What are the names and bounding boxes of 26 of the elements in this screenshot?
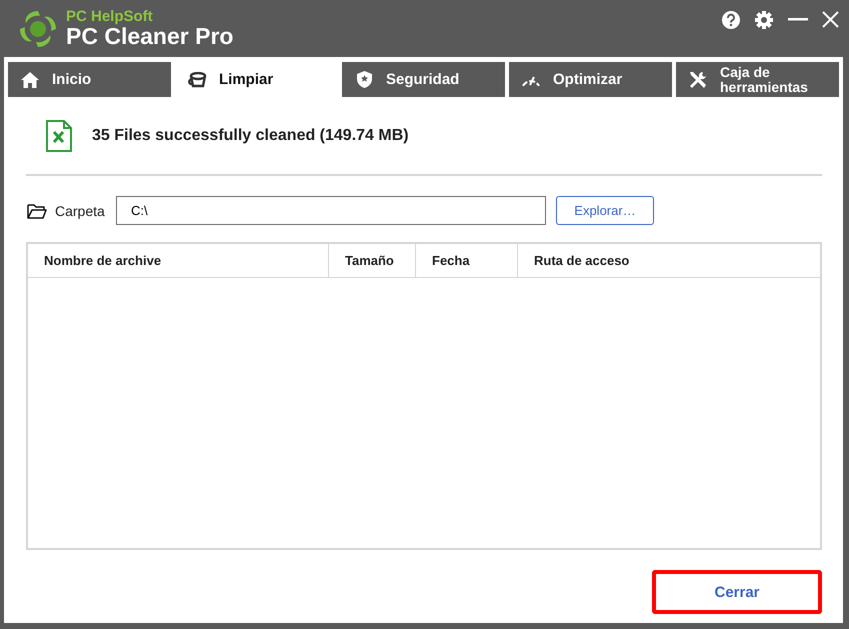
- minimize-icon[interactable]: [788, 18, 808, 21]
- folder-icon: [27, 202, 47, 218]
- brand-name: PC HelpSoft: [66, 9, 154, 24]
- column-header[interactable]: Fecha: [416, 244, 518, 277]
- help-icon[interactable]: [722, 10, 740, 28]
- close-icon[interactable]: [822, 11, 839, 28]
- tab[interactable]: Optimizar: [509, 62, 672, 97]
- status-message: 35 Files successfully cleaned (149.74 MB): [92, 127, 409, 145]
- tab[interactable]: Seguridad: [342, 62, 505, 97]
- column-header[interactable]: Tamaño: [329, 244, 416, 277]
- settings-icon[interactable]: [754, 10, 774, 30]
- app-title: PC Cleaner Pro: [66, 25, 234, 48]
- tab[interactable]: Inicio: [8, 62, 171, 97]
- tools-icon: [688, 70, 708, 90]
- folder-label: Carpeta: [55, 202, 106, 218]
- leaf-logo-icon: [18, 8, 58, 48]
- close-button[interactable]: Cerrar: [652, 570, 822, 614]
- browse-button[interactable]: Explorar…: [556, 196, 654, 225]
- home-icon: [21, 72, 39, 88]
- shield-icon: [356, 71, 372, 88]
- spreadsheet-file-icon: [46, 120, 72, 152]
- tab[interactable]: Caja de herramientas: [676, 62, 839, 97]
- column-header[interactable]: Ruta de acceso: [518, 244, 820, 277]
- bucket-icon: [187, 72, 207, 88]
- folder-path-field[interactable]: C:\: [116, 196, 546, 225]
- column-header[interactable]: Nombre de archive: [28, 244, 329, 277]
